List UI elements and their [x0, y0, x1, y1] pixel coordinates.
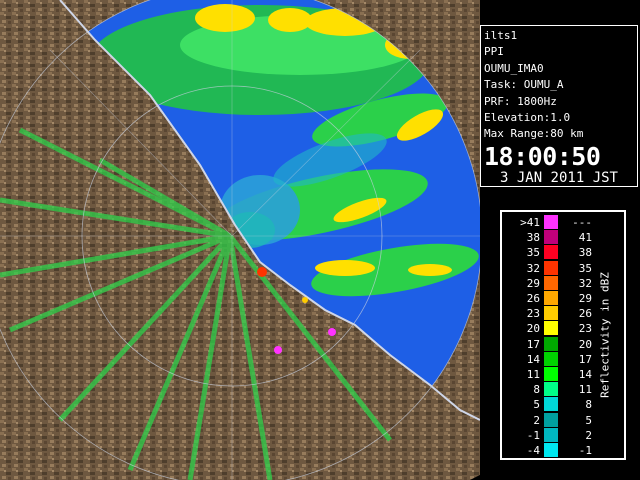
scan-mode: PPI	[484, 45, 504, 59]
legend-upper-value: 35	[578, 261, 592, 275]
legend-lower-value: 29	[526, 276, 540, 290]
legend-row: 8 11	[502, 382, 598, 398]
legend-row: 11 14	[502, 367, 598, 383]
legend-lower-value: -1	[526, 428, 540, 442]
legend-row: >41 ---	[502, 215, 598, 231]
legend-color-swatch	[544, 291, 558, 305]
legend-upper-value: 8	[585, 398, 592, 412]
legend-upper-value: 32	[578, 276, 592, 290]
legend-row: 58	[502, 397, 598, 413]
legend-lower-value: 26	[526, 292, 540, 305]
legend-upper-value: 17	[578, 352, 592, 366]
product-name: OUMU_IMA0	[484, 61, 544, 75]
legend-upper-value: 41	[578, 231, 592, 245]
legend-lower-value: 23	[526, 307, 540, 321]
legend-row: 29 32	[502, 275, 598, 292]
scan-date: 3 JAN 2011 JST	[499, 169, 618, 186]
legend-color-swatch	[544, 336, 558, 351]
legend-color-swatch	[544, 215, 558, 229]
legend-color-swatch	[544, 412, 558, 427]
legend-lower-value: 14	[526, 352, 540, 366]
legend-lower-value: 17	[526, 337, 540, 351]
legend-row: -1 2	[502, 427, 598, 444]
legend-row: 14 17	[502, 351, 598, 368]
legend-lower-value: -4	[526, 444, 540, 457]
legend-upper-value: 23	[578, 322, 592, 336]
max-range-value: Max Range:80 km	[484, 127, 584, 141]
legend-color-swatch	[544, 382, 558, 397]
legend-row: 26 29	[502, 291, 598, 307]
legend-row: 25	[502, 412, 598, 429]
legend-upper-value: 11	[578, 383, 592, 397]
legend-title-text: Reflectivity in dBZ	[598, 272, 612, 398]
legend-upper-value: ---	[572, 216, 592, 229]
reflectivity-legend: >41 --- 38 41 35 38 32 35 29 32 26 29 23 26 20 23 17 20 14…	[500, 210, 626, 460]
legend-lower-value: 2	[533, 413, 540, 427]
legend-lower-value: 35	[526, 246, 540, 260]
legend-lower-value: 11	[526, 368, 540, 381]
legend-color-swatch	[544, 260, 558, 275]
legend-row: 35 38	[502, 245, 598, 261]
legend-upper-value: 38	[578, 246, 592, 260]
legend-upper-value: -1	[578, 444, 592, 457]
legend-upper-value: 2	[585, 428, 592, 442]
legend-row: 20 23	[502, 321, 598, 337]
legend-upper-value: 29	[578, 292, 592, 305]
task-name: Task: OUMU_A	[484, 78, 564, 92]
legend-color-swatch	[544, 397, 558, 412]
legend-title: Reflectivity in dBZ	[598, 260, 612, 410]
legend-color-swatch	[544, 367, 558, 381]
radar-ppi-display[interactable]	[0, 0, 480, 480]
legend-lower-value: 38	[526, 231, 540, 245]
legend-upper-value: 20	[578, 337, 592, 351]
legend-color-swatch	[544, 230, 558, 245]
legend-row: 17 20	[502, 336, 598, 353]
legend-color-swatch	[544, 351, 558, 366]
legend-color-swatch	[544, 321, 558, 336]
elevation-value: Elevation:1.0	[484, 111, 571, 125]
scan-time: 18:00:50	[484, 141, 601, 171]
radar-info-panel: ilts1 PPI OUMU_IMA0 Task: OUMU_A PRF: 18…	[480, 25, 638, 187]
legend-lower-value: >41	[520, 216, 540, 229]
legend-row: 38 41	[502, 230, 598, 246]
legend-upper-value: 26	[578, 307, 592, 321]
legend-upper-value: 5	[585, 413, 592, 427]
legend-color-swatch	[544, 275, 558, 290]
legend-color-swatch	[544, 443, 558, 457]
prf-value: PRF: 1800Hz	[484, 94, 557, 108]
legend-color-swatch	[544, 427, 558, 442]
legend-lower-value: 20	[526, 322, 540, 336]
legend-color-swatch	[544, 245, 558, 260]
legend-lower-value: 32	[526, 261, 540, 275]
legend-row: 32 35	[502, 260, 598, 277]
legend-row: -4 -1	[502, 443, 598, 459]
legend-row: 23 26	[502, 306, 598, 322]
legend-lower-value: 5	[533, 398, 540, 412]
site-name: ilts1	[484, 29, 518, 42]
legend-lower-value: 8	[533, 383, 540, 397]
legend-color-swatch	[544, 306, 558, 321]
legend-upper-value: 14	[578, 368, 592, 381]
